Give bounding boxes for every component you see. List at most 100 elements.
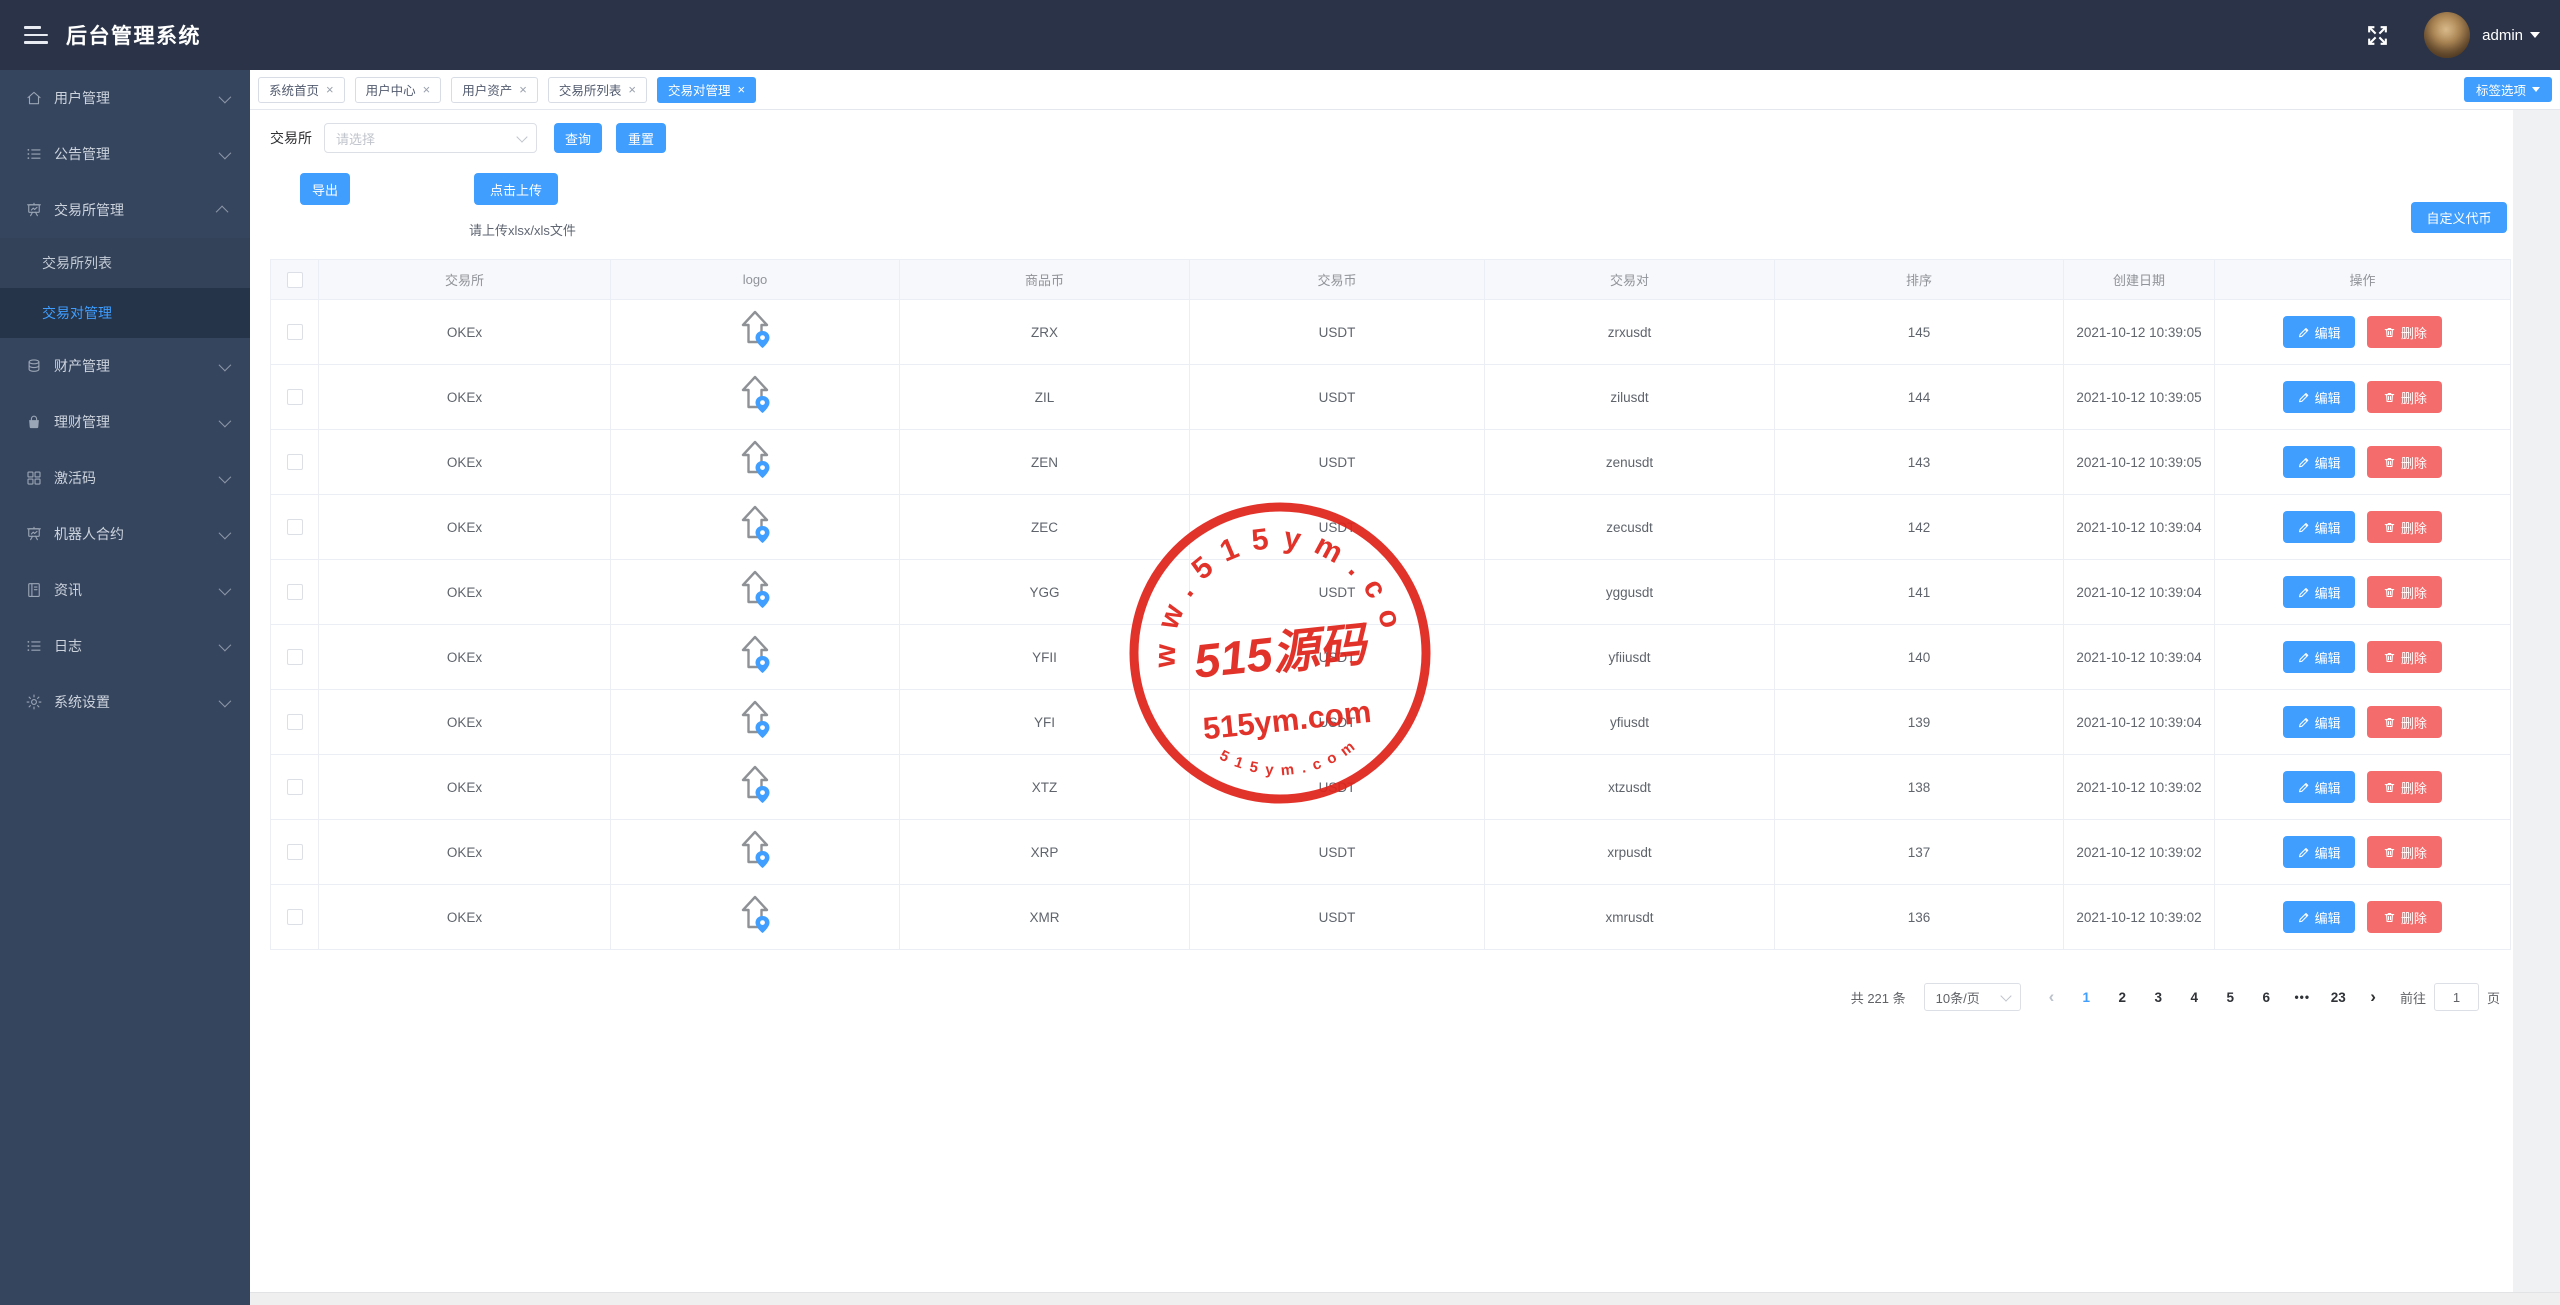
prev-page-button[interactable]: ‹ <box>2043 987 2061 1007</box>
tab-item[interactable]: 交易对管理 × <box>656 76 757 103</box>
row-checkbox[interactable] <box>286 389 303 406</box>
sidebar-item[interactable]: 交易所管理 <box>0 182 250 238</box>
delete-button[interactable]: 删除 <box>2367 446 2443 478</box>
delete-button[interactable]: 删除 <box>2367 381 2443 413</box>
cell-coin: XRP <box>899 819 1190 885</box>
tab-close-icon[interactable]: × <box>423 83 431 96</box>
delete-button[interactable]: 删除 <box>2367 836 2443 868</box>
edit-button[interactable]: 编辑 <box>2282 836 2355 868</box>
cell-quote: USDT <box>1189 559 1485 625</box>
edit-button[interactable]: 编辑 <box>2282 771 2355 803</box>
cell-quote: USDT <box>1189 689 1485 755</box>
row-checkbox[interactable] <box>286 324 303 341</box>
tab-close-icon[interactable]: × <box>628 83 636 96</box>
sidebar-item[interactable]: 理财管理 <box>0 394 250 450</box>
username[interactable]: admin <box>2482 27 2523 44</box>
row-checkbox[interactable] <box>286 714 303 731</box>
page-number[interactable]: 5 <box>2215 990 2245 1005</box>
upload-button[interactable]: 点击上传 <box>474 173 558 205</box>
logo-placeholder-icon <box>733 827 777 875</box>
sidebar-item[interactable]: 用户管理 <box>0 70 250 126</box>
row-checkbox[interactable] <box>286 844 303 861</box>
edit-button-label: 编辑 <box>2314 455 2341 471</box>
exchange-select[interactable]: 请选择 <box>324 123 537 153</box>
page-number[interactable]: 23 <box>2323 990 2353 1005</box>
fullscreen-icon[interactable] <box>2365 23 2390 48</box>
delete-button[interactable]: 删除 <box>2367 641 2443 673</box>
delete-button[interactable]: 删除 <box>2367 901 2443 933</box>
edit-button[interactable]: 编辑 <box>2282 511 2355 543</box>
tab-label: 用户中心 <box>365 84 416 98</box>
cell-coin: ZRX <box>899 299 1190 365</box>
page-number[interactable]: 3 <box>2143 990 2173 1005</box>
tab-close-icon[interactable]: × <box>519 83 527 96</box>
row-checkbox[interactable] <box>286 519 303 536</box>
tab-item[interactable]: 用户中心 × <box>354 76 442 103</box>
delete-button[interactable]: 删除 <box>2367 771 2443 803</box>
page-number[interactable]: 1 <box>2071 990 2101 1005</box>
edit-button-label: 编辑 <box>2314 520 2341 536</box>
edit-button[interactable]: 编辑 <box>2282 641 2355 673</box>
sidebar-item[interactable]: 系统设置 <box>0 674 250 730</box>
tag-options-button[interactable]: 标签选项 <box>2463 77 2552 102</box>
delete-button[interactable]: 删除 <box>2367 511 2443 543</box>
page-number[interactable]: 6 <box>2251 990 2281 1005</box>
reset-button[interactable]: 重置 <box>616 123 666 153</box>
row-checkbox[interactable] <box>286 779 303 796</box>
page-number[interactable]: 2 <box>2107 990 2137 1005</box>
sidebar-item[interactable]: 资讯 <box>0 562 250 618</box>
avatar[interactable] <box>2424 12 2471 58</box>
row-checkbox[interactable] <box>286 454 303 471</box>
horizontal-scrollbar[interactable] <box>250 1292 2560 1305</box>
sidebar-item-label: 交易所管理 <box>54 202 124 218</box>
chevron-down-icon <box>1999 990 2012 1002</box>
sidebar-subitem[interactable]: 交易对管理 <box>0 288 250 338</box>
sidebar-item[interactable]: 激活码 <box>0 450 250 506</box>
custom-token-button[interactable]: 自定义代币 <box>2411 202 2507 233</box>
tab-close-icon[interactable]: × <box>737 83 745 96</box>
sidebar-item[interactable]: 财产管理 <box>0 338 250 394</box>
delete-button[interactable]: 删除 <box>2367 576 2443 608</box>
page-number[interactable]: 4 <box>2179 990 2209 1005</box>
export-button[interactable]: 导出 <box>300 173 350 205</box>
sidebar-item[interactable]: 公告管理 <box>0 126 250 182</box>
user-dropdown-caret-icon[interactable] <box>2530 32 2540 38</box>
delete-button-label: 删除 <box>2400 780 2427 796</box>
edit-button-label: 编辑 <box>2314 845 2341 861</box>
cell-sort: 141 <box>1774 559 2064 625</box>
edit-button-label: 编辑 <box>2314 390 2341 406</box>
search-button[interactable]: 查询 <box>554 123 602 153</box>
tab-close-icon[interactable]: × <box>326 83 334 96</box>
edit-button[interactable]: 编辑 <box>2282 381 2355 413</box>
delete-button[interactable]: 删除 <box>2367 316 2443 348</box>
more-pages-icon[interactable]: ••• <box>2287 990 2317 1004</box>
chevron-icon <box>218 358 232 371</box>
tab-item[interactable]: 系统首页 × <box>258 76 345 103</box>
table-row: OKEx XMR USDT xmrusdt 136 2021-10-12 10:… <box>270 884 2511 950</box>
cell-quote: USDT <box>1189 624 1485 690</box>
cell-exchange: OKEx <box>318 819 611 885</box>
edit-button[interactable]: 编辑 <box>2282 901 2355 933</box>
row-checkbox[interactable] <box>286 649 303 666</box>
trash-icon <box>2384 392 2395 402</box>
menu-toggle-icon[interactable] <box>24 26 48 44</box>
goto-page-input[interactable]: 1 <box>2433 983 2479 1011</box>
sidebar-subitem[interactable]: 交易所列表 <box>0 238 250 288</box>
delete-button[interactable]: 删除 <box>2367 706 2443 738</box>
next-page-button[interactable]: › <box>2364 987 2382 1007</box>
edit-button[interactable]: 编辑 <box>2282 316 2355 348</box>
sidebar-item-label: 公告管理 <box>54 146 110 162</box>
sidebar-item[interactable]: 机器人合约 <box>0 506 250 562</box>
page-size-select[interactable]: 10条/页 <box>1923 983 2021 1011</box>
select-all-checkbox[interactable] <box>286 271 303 288</box>
sidebar-item[interactable]: 日志 <box>0 618 250 674</box>
cell-pair: yfiiusdt <box>1484 624 1775 690</box>
cell-exchange: OKEx <box>318 429 611 495</box>
tab-item[interactable]: 用户资产 × <box>451 76 538 103</box>
edit-button[interactable]: 编辑 <box>2282 446 2355 478</box>
row-checkbox[interactable] <box>286 909 303 926</box>
edit-button[interactable]: 编辑 <box>2282 706 2355 738</box>
row-checkbox[interactable] <box>286 584 303 601</box>
tab-item[interactable]: 交易所列表 × <box>547 76 647 103</box>
edit-button[interactable]: 编辑 <box>2282 576 2355 608</box>
